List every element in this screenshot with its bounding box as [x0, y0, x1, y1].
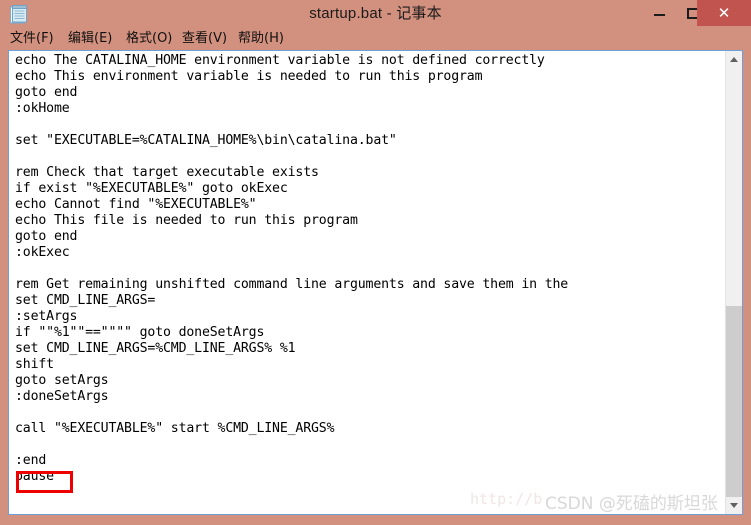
menu-item-edit[interactable]: 编辑(E)	[68, 29, 112, 49]
close-icon: ✕	[717, 4, 731, 22]
menu-item-view[interactable]: 查看(V)	[182, 29, 227, 49]
menu-item-format[interactable]: 格式(O)	[126, 29, 172, 49]
scroll-up-button[interactable]	[726, 51, 742, 68]
menu-item-file[interactable]: 文件(F)	[10, 29, 54, 49]
minimize-button[interactable]	[644, 0, 674, 26]
script-text[interactable]: echo The CATALINA_HOME environment varia…	[15, 53, 568, 485]
chevron-down-icon	[730, 503, 738, 508]
chevron-up-icon	[730, 57, 738, 62]
menu-item-help[interactable]: 帮助(H)	[238, 29, 284, 49]
scroll-down-button[interactable]	[726, 497, 742, 514]
window-title: startup.bat - 记事本	[309, 5, 442, 22]
close-button[interactable]: ✕	[697, 0, 751, 26]
scrollbar-thumb[interactable]	[726, 306, 742, 497]
notepad-window: startup.bat - 记事本 ✕ 文件(F) 编辑(E) 格式(O) 查看…	[0, 0, 751, 525]
editor-frame: echo The CATALINA_HOME environment varia…	[8, 50, 743, 515]
menu-bar: 文件(F) 编辑(E) 格式(O) 查看(V) 帮助(H)	[0, 28, 751, 50]
minimize-icon	[654, 14, 665, 16]
title-bar[interactable]: startup.bat - 记事本 ✕	[0, 0, 751, 28]
vertical-scrollbar[interactable]	[725, 51, 742, 514]
text-area[interactable]: echo The CATALINA_HOME environment varia…	[9, 51, 725, 514]
